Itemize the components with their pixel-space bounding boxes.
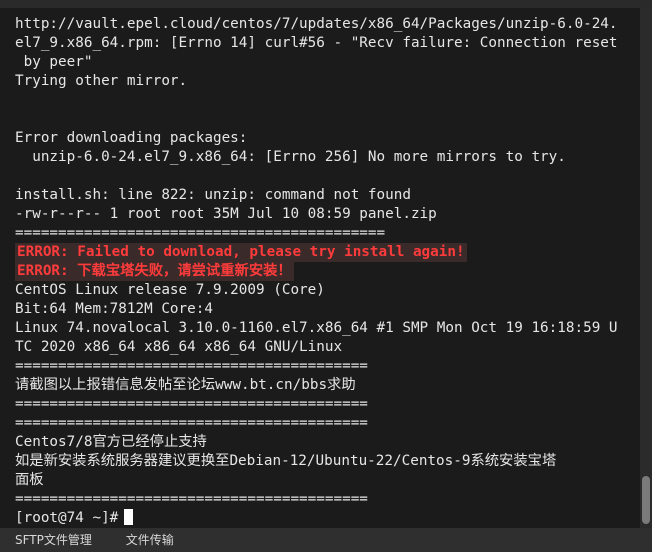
scrollbar-thumb[interactable] xyxy=(642,476,650,524)
line-text: -rw-r--r-- 1 root root 35M Jul 10 08:59 … xyxy=(15,206,437,222)
line-text: unzip-6.0-24.el7_9.x86_64: [Errno 256] N… xyxy=(15,149,566,165)
terminal-line: 请截图以上报错信息发帖至论坛www.bt.cn/bbs求助 xyxy=(15,376,640,395)
line-text: by peer" xyxy=(15,54,93,70)
line-text: Centos7/8官方已经停止支持 xyxy=(15,434,207,450)
terminal-line: Centos7/8官方已经停止支持 xyxy=(15,433,640,452)
terminal-line: install.sh: line 822: unzip: command not… xyxy=(15,186,640,205)
terminal-line: 面板 xyxy=(15,471,640,490)
line-text: ========================================… xyxy=(15,491,368,507)
text-cursor xyxy=(124,509,134,525)
terminal-line: http://vault.epel.cloud/centos/7/updates… xyxy=(15,15,640,34)
terminal-line: Bit:64 Mem:7812M Core:4 xyxy=(15,300,640,319)
line-text: 如是新安装系统服务器建议更换至Debian-12/Ubuntu-22/Cento… xyxy=(15,453,557,469)
terminal-line: Linux 74.novalocal 3.10.0-1160.el7.x86_6… xyxy=(15,319,640,338)
window-top-strip xyxy=(0,0,652,8)
tab-file-transfer[interactable]: 文件传输 xyxy=(111,528,189,552)
terminal-line: CentOS Linux release 7.9.2009 (Core) xyxy=(15,281,640,300)
terminal-line: by peer" xyxy=(15,53,640,72)
terminal-line: ========================================… xyxy=(15,357,640,376)
terminal-line: Trying other mirror. xyxy=(15,72,640,91)
line-text: Linux 74.novalocal 3.10.0-1160.el7.x86_6… xyxy=(15,320,618,336)
line-text: ========================================… xyxy=(15,415,368,431)
terminal-line: ERROR: Failed to download, please try in… xyxy=(15,243,640,262)
line-text: 请截图以上报错信息发帖至论坛www.bt.cn/bbs求助 xyxy=(15,377,356,393)
line-text: el7_9.x86_64.rpm: [Errno 14] curl#56 - "… xyxy=(15,35,618,51)
line-text: ========================================… xyxy=(15,358,368,374)
terminal-line: Error downloading packages: xyxy=(15,129,640,148)
terminal-line: 如是新安装系统服务器建议更换至Debian-12/Ubuntu-22/Cento… xyxy=(15,452,640,471)
line-text: install.sh: line 822: unzip: command not… xyxy=(15,187,411,203)
terminal-line: unzip-6.0-24.el7_9.x86_64: [Errno 256] N… xyxy=(15,148,640,167)
line-text: Trying other mirror. xyxy=(15,73,188,89)
line-text: 面板 xyxy=(15,472,44,488)
terminal-line: ========================================… xyxy=(15,414,640,433)
terminal-line: TC 2020 x86_64 x86_64 x86_64 GNU/Linux xyxy=(15,338,640,357)
terminal-line: ERROR: 下载宝塔失败，请尝试重新安装！ xyxy=(15,262,640,281)
terminal-line: ========================================… xyxy=(15,490,640,509)
tab-sftp-file-manager[interactable]: SFTP文件管理 xyxy=(0,528,107,552)
line-text: http://vault.epel.cloud/centos/7/updates… xyxy=(15,16,618,32)
error-message: ERROR: Failed to download, please try in… xyxy=(15,243,467,262)
line-text: ========================================… xyxy=(15,225,386,241)
terminal-line: -rw-r--r-- 1 root root 35M Jul 10 08:59 … xyxy=(15,205,640,224)
terminal-line: el7_9.x86_64.rpm: [Errno 14] curl#56 - "… xyxy=(15,34,640,53)
line-text: CentOS Linux release 7.9.2009 (Core) xyxy=(15,282,325,298)
bottom-toolbar: SFTP文件管理 文件传输 xyxy=(0,528,652,552)
line-text: Bit:64 Mem:7812M Core:4 xyxy=(15,301,213,317)
prompt-line[interactable]: [root@74 ~]# xyxy=(15,509,640,528)
terminal-window: http://vault.epel.cloud/centos/7/updates… xyxy=(0,0,652,552)
terminal-scrollbar[interactable] xyxy=(640,8,652,528)
terminal-line: ========================================… xyxy=(15,224,640,243)
terminal-output[interactable]: http://vault.epel.cloud/centos/7/updates… xyxy=(0,8,640,528)
line-text: Error downloading packages: xyxy=(15,130,248,146)
error-message: ERROR: 下载宝塔失败，请尝试重新安装！ xyxy=(15,262,294,281)
line-text: TC 2020 x86_64 x86_64 x86_64 GNU/Linux xyxy=(15,339,343,355)
shell-prompt: [root@74 ~]# xyxy=(15,510,119,526)
line-text: ========================================… xyxy=(15,396,368,412)
terminal-line: ========================================… xyxy=(15,395,640,414)
